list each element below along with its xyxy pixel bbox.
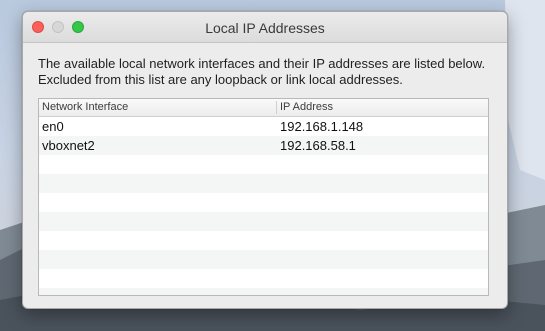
table-row-empty[interactable] [39, 269, 488, 288]
interfaces-table[interactable]: Network Interface IP Address en0 192.168.… [38, 98, 489, 296]
window-title: Local IP Addresses [205, 20, 325, 36]
table-row-empty[interactable] [39, 193, 488, 212]
table-row-empty[interactable] [39, 288, 488, 295]
title-bar[interactable]: Local IP Addresses [23, 12, 507, 43]
column-divider[interactable] [276, 101, 277, 114]
cell-network-interface: en0 [42, 119, 64, 134]
table-row[interactable]: vboxnet2 192.168.58.1 [39, 136, 488, 155]
table-row-empty[interactable] [39, 231, 488, 250]
cell-ip-address: 192.168.1.148 [280, 119, 364, 134]
column-header-ip-address[interactable]: IP Address [280, 101, 333, 113]
table-row-empty[interactable] [39, 155, 488, 174]
description-text: The available local network interfaces a… [38, 56, 486, 87]
table-row-empty[interactable] [39, 250, 488, 269]
dialog-window: Local IP Addresses The available local n… [22, 11, 508, 309]
desktop-background: Local IP Addresses The available local n… [0, 0, 545, 331]
column-header-network-interface[interactable]: Network Interface [42, 101, 128, 113]
table-body: en0 192.168.1.148 vboxnet2 192.168.58.1 [39, 117, 488, 295]
table-header: Network Interface IP Address [39, 99, 488, 117]
table-row-empty[interactable] [39, 174, 488, 193]
cell-ip-address: 192.168.58.1 [280, 138, 356, 153]
cell-network-interface: vboxnet2 [42, 138, 95, 153]
table-row[interactable]: en0 192.168.1.148 [39, 117, 488, 136]
table-row-empty[interactable] [39, 212, 488, 231]
